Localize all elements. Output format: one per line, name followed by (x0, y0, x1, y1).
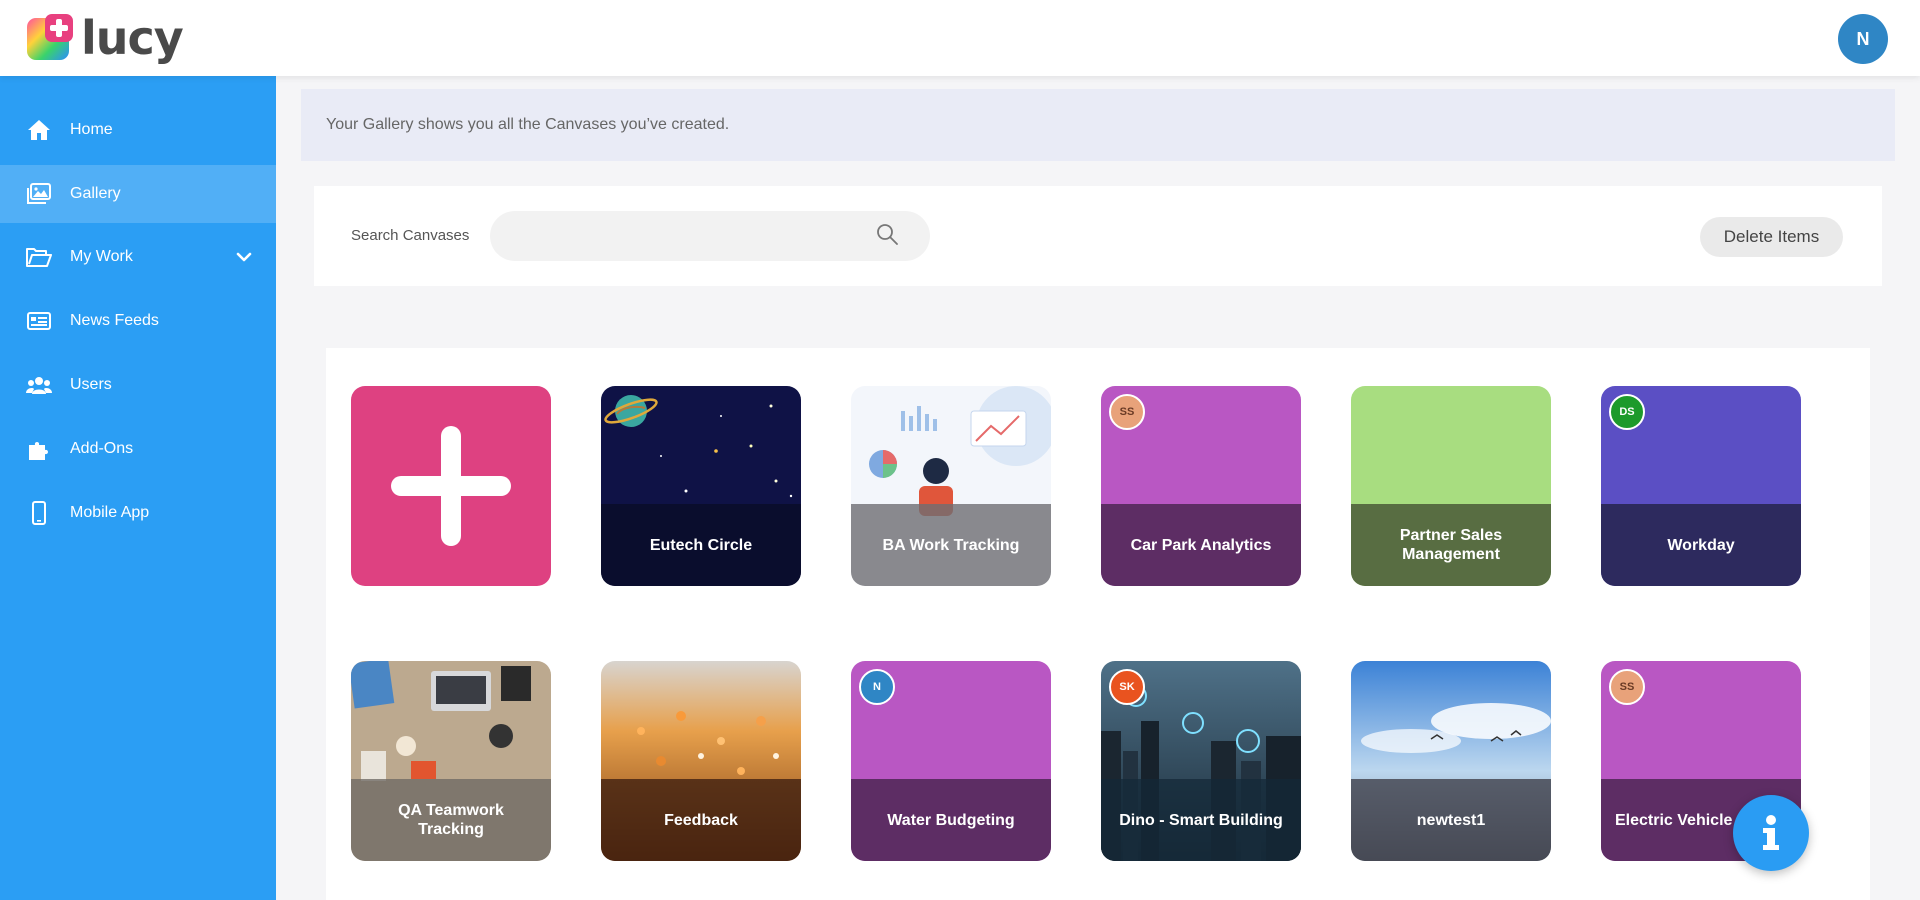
card-title: Feedback (664, 811, 738, 829)
card-title: Partner Sales Management (1399, 527, 1503, 563)
card-title: Dino - Smart Building (1119, 811, 1283, 829)
owner-avatar-badge: DS (1609, 394, 1645, 430)
canvas-card-ba-work-tracking[interactable]: BA Work Tracking (851, 386, 1051, 586)
canvas-card-car-park-analytics[interactable]: SS Car Park Analytics (1101, 386, 1301, 586)
card-title: Water Budgeting (887, 811, 1015, 829)
owner-avatar-badge: SS (1609, 669, 1645, 705)
card-title-band: Feedback (601, 779, 801, 861)
owner-avatar-badge: SK (1109, 669, 1145, 705)
lucy-wordmark: lucy (81, 11, 184, 65)
canvas-card-eutech-circle[interactable]: Eutech Circle (601, 386, 801, 586)
sidebar-item-label: News Feeds (70, 312, 159, 329)
gallery-icon (26, 181, 52, 207)
mobile-icon (26, 500, 52, 526)
info-icon (1763, 815, 1779, 850)
sidebar-item-label: Users (70, 376, 112, 393)
puzzle-icon (26, 436, 52, 462)
plus-icon (391, 426, 511, 546)
canvas-card-workday[interactable]: DS Workday (1601, 386, 1801, 586)
canvas-card-feedback[interactable]: Feedback (601, 661, 801, 861)
canvas-card-partner-sales-management[interactable]: Partner Sales Management (1351, 386, 1551, 586)
users-icon (26, 372, 52, 398)
notice-text: Your Gallery shows you all the Canvases … (326, 116, 730, 133)
add-canvas-card[interactable] (351, 386, 551, 586)
home-icon (26, 117, 52, 143)
sidebar-item-mobile-app[interactable]: Mobile App (0, 484, 276, 542)
sidebar-item-news-feeds[interactable]: News Feeds (0, 292, 276, 350)
top-bar: lucy N (0, 0, 1920, 76)
canvas-card-dino-smart-building[interactable]: SK Dino - Smart Building (1101, 661, 1301, 861)
sidebar-item-label: Gallery (70, 185, 121, 202)
sidebar-item-label: My Work (70, 248, 133, 265)
card-title-band: Eutech Circle (601, 504, 801, 586)
sidebar-item-gallery[interactable]: Gallery (0, 165, 276, 223)
card-title: QA Teamwork Tracking (398, 802, 504, 838)
card-title-band: newtest1 (1351, 779, 1551, 861)
card-title-band: BA Work Tracking (851, 504, 1051, 586)
sidebar-item-home[interactable]: Home (0, 101, 276, 159)
search-label: Search Canvases (351, 227, 470, 244)
lucy-logo-icon (25, 14, 77, 62)
search-toolbar: Search Canvases Delete Items (314, 186, 1882, 286)
card-title: newtest1 (1416, 811, 1486, 829)
user-avatar[interactable]: N (1838, 14, 1888, 64)
sidebar-item-label: Add-Ons (70, 440, 134, 457)
card-title-band: Water Budgeting (851, 779, 1051, 861)
sidebar-item-label: Mobile App (70, 504, 150, 521)
card-title-band: QA Teamwork Tracking (351, 779, 551, 861)
gallery-notice-banner: Your Gallery shows you all the Canvases … (301, 89, 1895, 161)
delete-items-button[interactable]: Delete Items (1700, 217, 1843, 257)
owner-avatar-badge: N (859, 669, 895, 705)
card-title-band: Workday (1601, 504, 1801, 586)
canvas-gallery: Eutech Circle BA Work Tracking SS Car Pa… (326, 348, 1870, 900)
card-title-band: Dino - Smart Building (1101, 779, 1301, 861)
canvas-card-newtest1[interactable]: newtest1 (1351, 661, 1551, 861)
news-icon (26, 308, 52, 334)
sidebar-item-my-work[interactable]: My Work (0, 228, 276, 286)
card-title: Workday (1667, 536, 1735, 554)
chevron-down-icon[interactable] (236, 249, 252, 267)
sidebar-item-users[interactable]: Users (0, 356, 276, 414)
card-title-band: Car Park Analytics (1101, 504, 1301, 586)
card-title-band: Partner Sales Management (1351, 504, 1551, 586)
card-title: Eutech Circle (649, 536, 753, 554)
sidebar-item-add-ons[interactable]: Add-Ons (0, 420, 276, 478)
search-icon[interactable] (875, 222, 899, 251)
lucy-logo[interactable]: lucy (25, 11, 184, 65)
canvas-card-qa-teamwork-tracking[interactable]: QA Teamwork Tracking (351, 661, 551, 861)
info-button[interactable] (1733, 795, 1809, 871)
folder-icon (26, 244, 52, 270)
card-title: BA Work Tracking (882, 536, 1020, 554)
owner-avatar-badge: SS (1109, 394, 1145, 430)
sidebar-item-label: Home (70, 121, 113, 138)
sidebar: Home Gallery My Work News Feeds Users Ad… (0, 76, 276, 900)
search-input[interactable] (490, 211, 930, 261)
card-title: Car Park Analytics (1130, 536, 1272, 554)
canvas-card-water-budgeting[interactable]: N Water Budgeting (851, 661, 1051, 861)
